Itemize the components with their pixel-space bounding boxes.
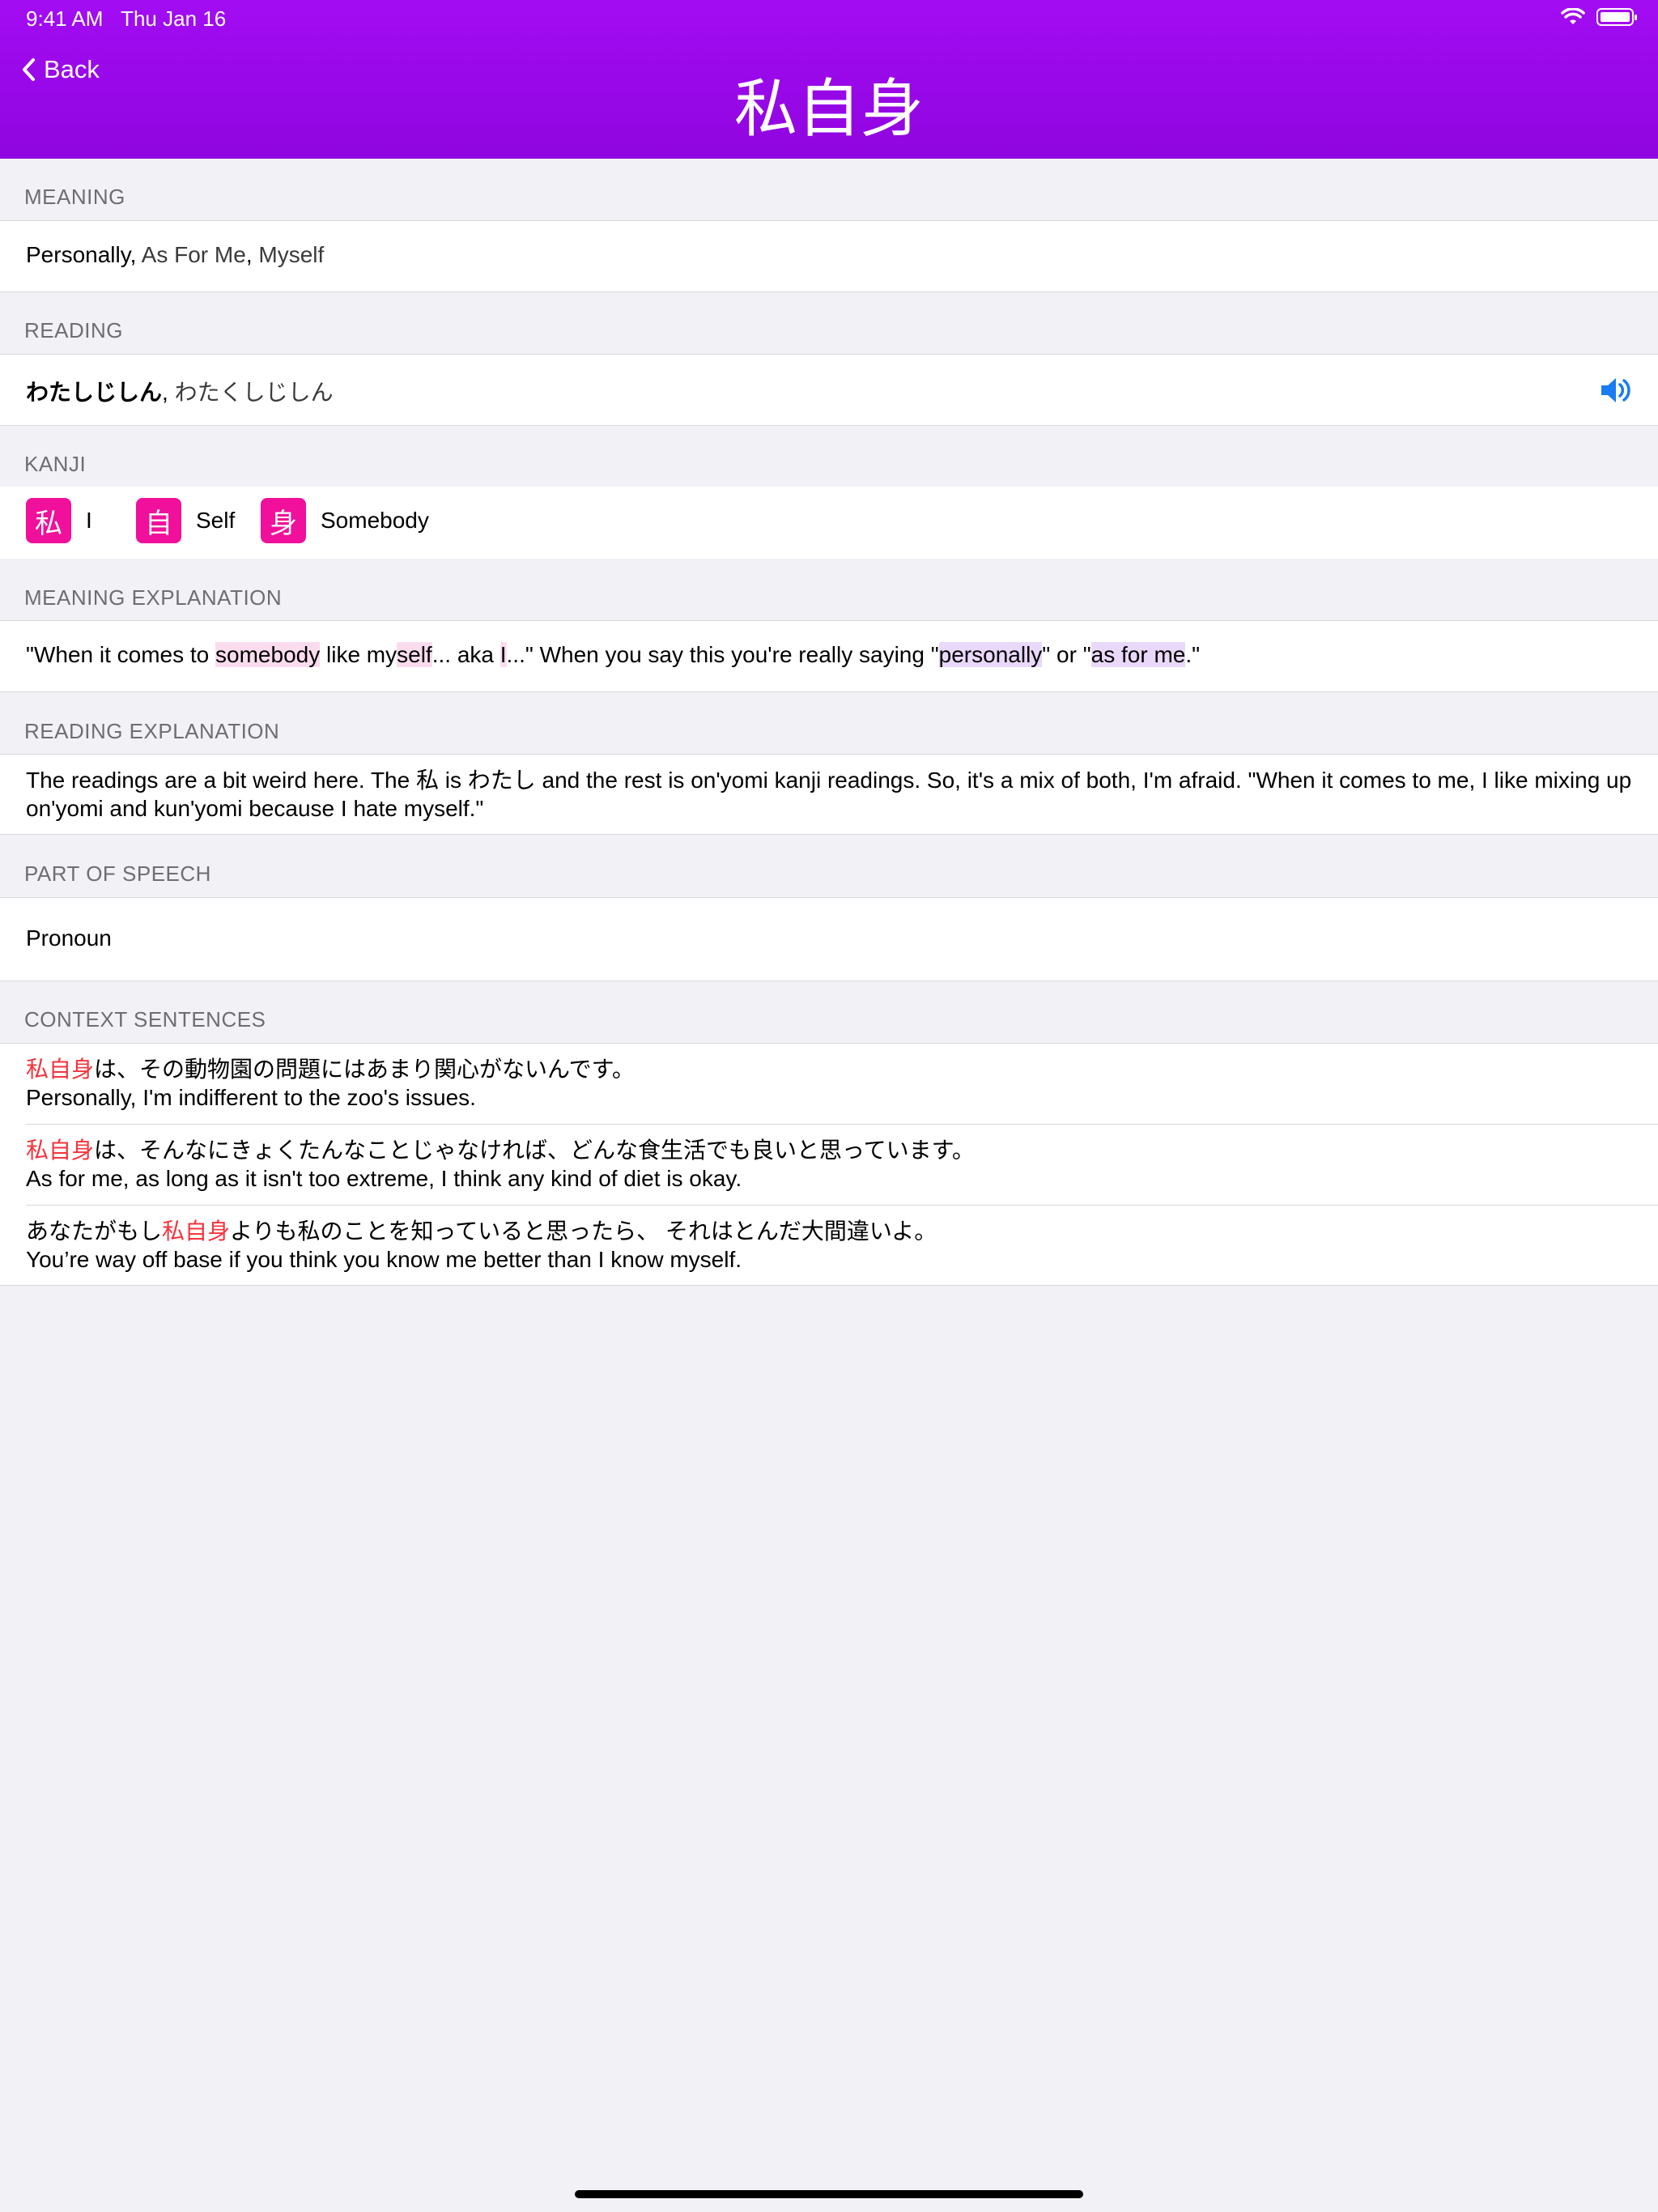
meaning-text: Personally, As For Me, Myself [26, 242, 325, 267]
kanji-chip-2[interactable]: 身 Somebody [261, 498, 429, 543]
reading-header: READING [24, 318, 123, 342]
reading-text: わたしじしん, わたくしじしん [26, 380, 334, 405]
highlight-kanji: I [500, 642, 507, 667]
reading-primary: わたしじしん [26, 380, 163, 405]
wifi-icon [1561, 8, 1585, 24]
meaning-explanation-text: "When it comes to somebody like myself..… [26, 642, 1201, 667]
list-item: 私自身は、その動物園の問題にはあまり関心がないんです。 Personally, … [26, 1055, 1632, 1112]
kanji-row: 私 I 自 Self 身 Somebody [0, 487, 1658, 559]
kanji-char: 身 [261, 498, 306, 543]
meaning-alt: Myself [252, 242, 325, 267]
meaning-header: MEANING [24, 185, 125, 209]
divider [26, 1205, 1658, 1206]
part-of-speech-value: Pronoun [26, 925, 112, 951]
kanji-meaning: I [86, 508, 92, 533]
sentence-jp: 私自身は、その動物園の問題にはあまり関心がないんです。 [26, 1057, 635, 1082]
context-sentences-list: 私自身は、その動物園の問題にはあまり関心がないんです。 Personally, … [0, 1043, 1658, 1286]
vocab-highlight: 私自身 [162, 1219, 231, 1244]
highlight-vocab: as for me [1090, 642, 1186, 667]
kanji-meaning: Somebody [321, 508, 429, 533]
status-icons [1561, 8, 1637, 26]
reading-explanation-text: The readings are a bit weird here. The 私… [26, 768, 1632, 821]
kanji-chip-0[interactable]: 私 I [26, 498, 92, 543]
reading-explanation-row: The readings are a bit weird here. The 私… [0, 754, 1658, 835]
vocab-highlight: 私自身 [26, 1138, 95, 1163]
sentence-jp: あなたがもし私自身よりも私のことを知っていると思ったら、 それはとんだ大間違いよ… [26, 1219, 937, 1244]
part-of-speech-row: Pronoun [0, 897, 1658, 981]
kanji-header: KANJI [24, 452, 87, 476]
nav-header: 9:41 AM Thu Jan 16 Back 私自身 [0, 0, 1658, 159]
highlight-radical: self [397, 642, 432, 667]
divider [26, 1124, 1658, 1125]
reading-explanation-header: READING EXPLANATION [24, 719, 280, 743]
meaning-explanation-header: MEANING EXPLANATION [24, 585, 283, 610]
highlight-vocab: personally [938, 642, 1043, 667]
sentence-en: As for me, as long as it isn't too extre… [26, 1166, 742, 1191]
reading-alt: わたくしじしん [168, 380, 334, 405]
meaning-alt: As For Me [136, 242, 246, 267]
part-of-speech-header: PART OF SPEECH [24, 861, 211, 886]
reading-row: わたしじしん, わたくしじしん [0, 354, 1658, 426]
list-item: あなたがもし私自身よりも私のことを知っていると思ったら、 それはとんだ大間違いよ… [26, 1217, 1632, 1274]
battery-icon [1596, 8, 1637, 26]
kanji-char: 私 [26, 498, 71, 543]
kanji-char: 自 [136, 498, 181, 543]
page-title: 私自身 [733, 73, 924, 144]
speaker-icon[interactable] [1598, 374, 1634, 406]
sentence-en: You’re way off base if you think you kno… [26, 1247, 742, 1272]
context-sentences-header: CONTEXT SENTENCES [24, 1007, 266, 1032]
list-item: 私自身は、そんなにきょくたんなことじゃなければ、どんな食生活でも良いと思っていま… [26, 1136, 1632, 1193]
meaning-row: Personally, As For Me, Myself [0, 220, 1658, 292]
status-time: 9:41 AM Thu Jan 16 [26, 6, 227, 31]
meaning-explanation-row: "When it comes to somebody like myself..… [0, 620, 1658, 692]
vocab-highlight: 私自身 [26, 1057, 95, 1082]
meaning-primary: Personally [26, 242, 130, 267]
sentence-en: Personally, I'm indifferent to the zoo's… [26, 1085, 476, 1110]
kanji-chip-1[interactable]: 自 Self [136, 498, 235, 543]
home-indicator[interactable] [575, 2190, 1083, 2198]
kanji-meaning: Self [196, 508, 236, 533]
highlight-radical: somebody [215, 642, 321, 667]
sentence-jp: 私自身は、そんなにきょくたんなことじゃなければ、どんな食生活でも良いと思っていま… [26, 1138, 975, 1163]
